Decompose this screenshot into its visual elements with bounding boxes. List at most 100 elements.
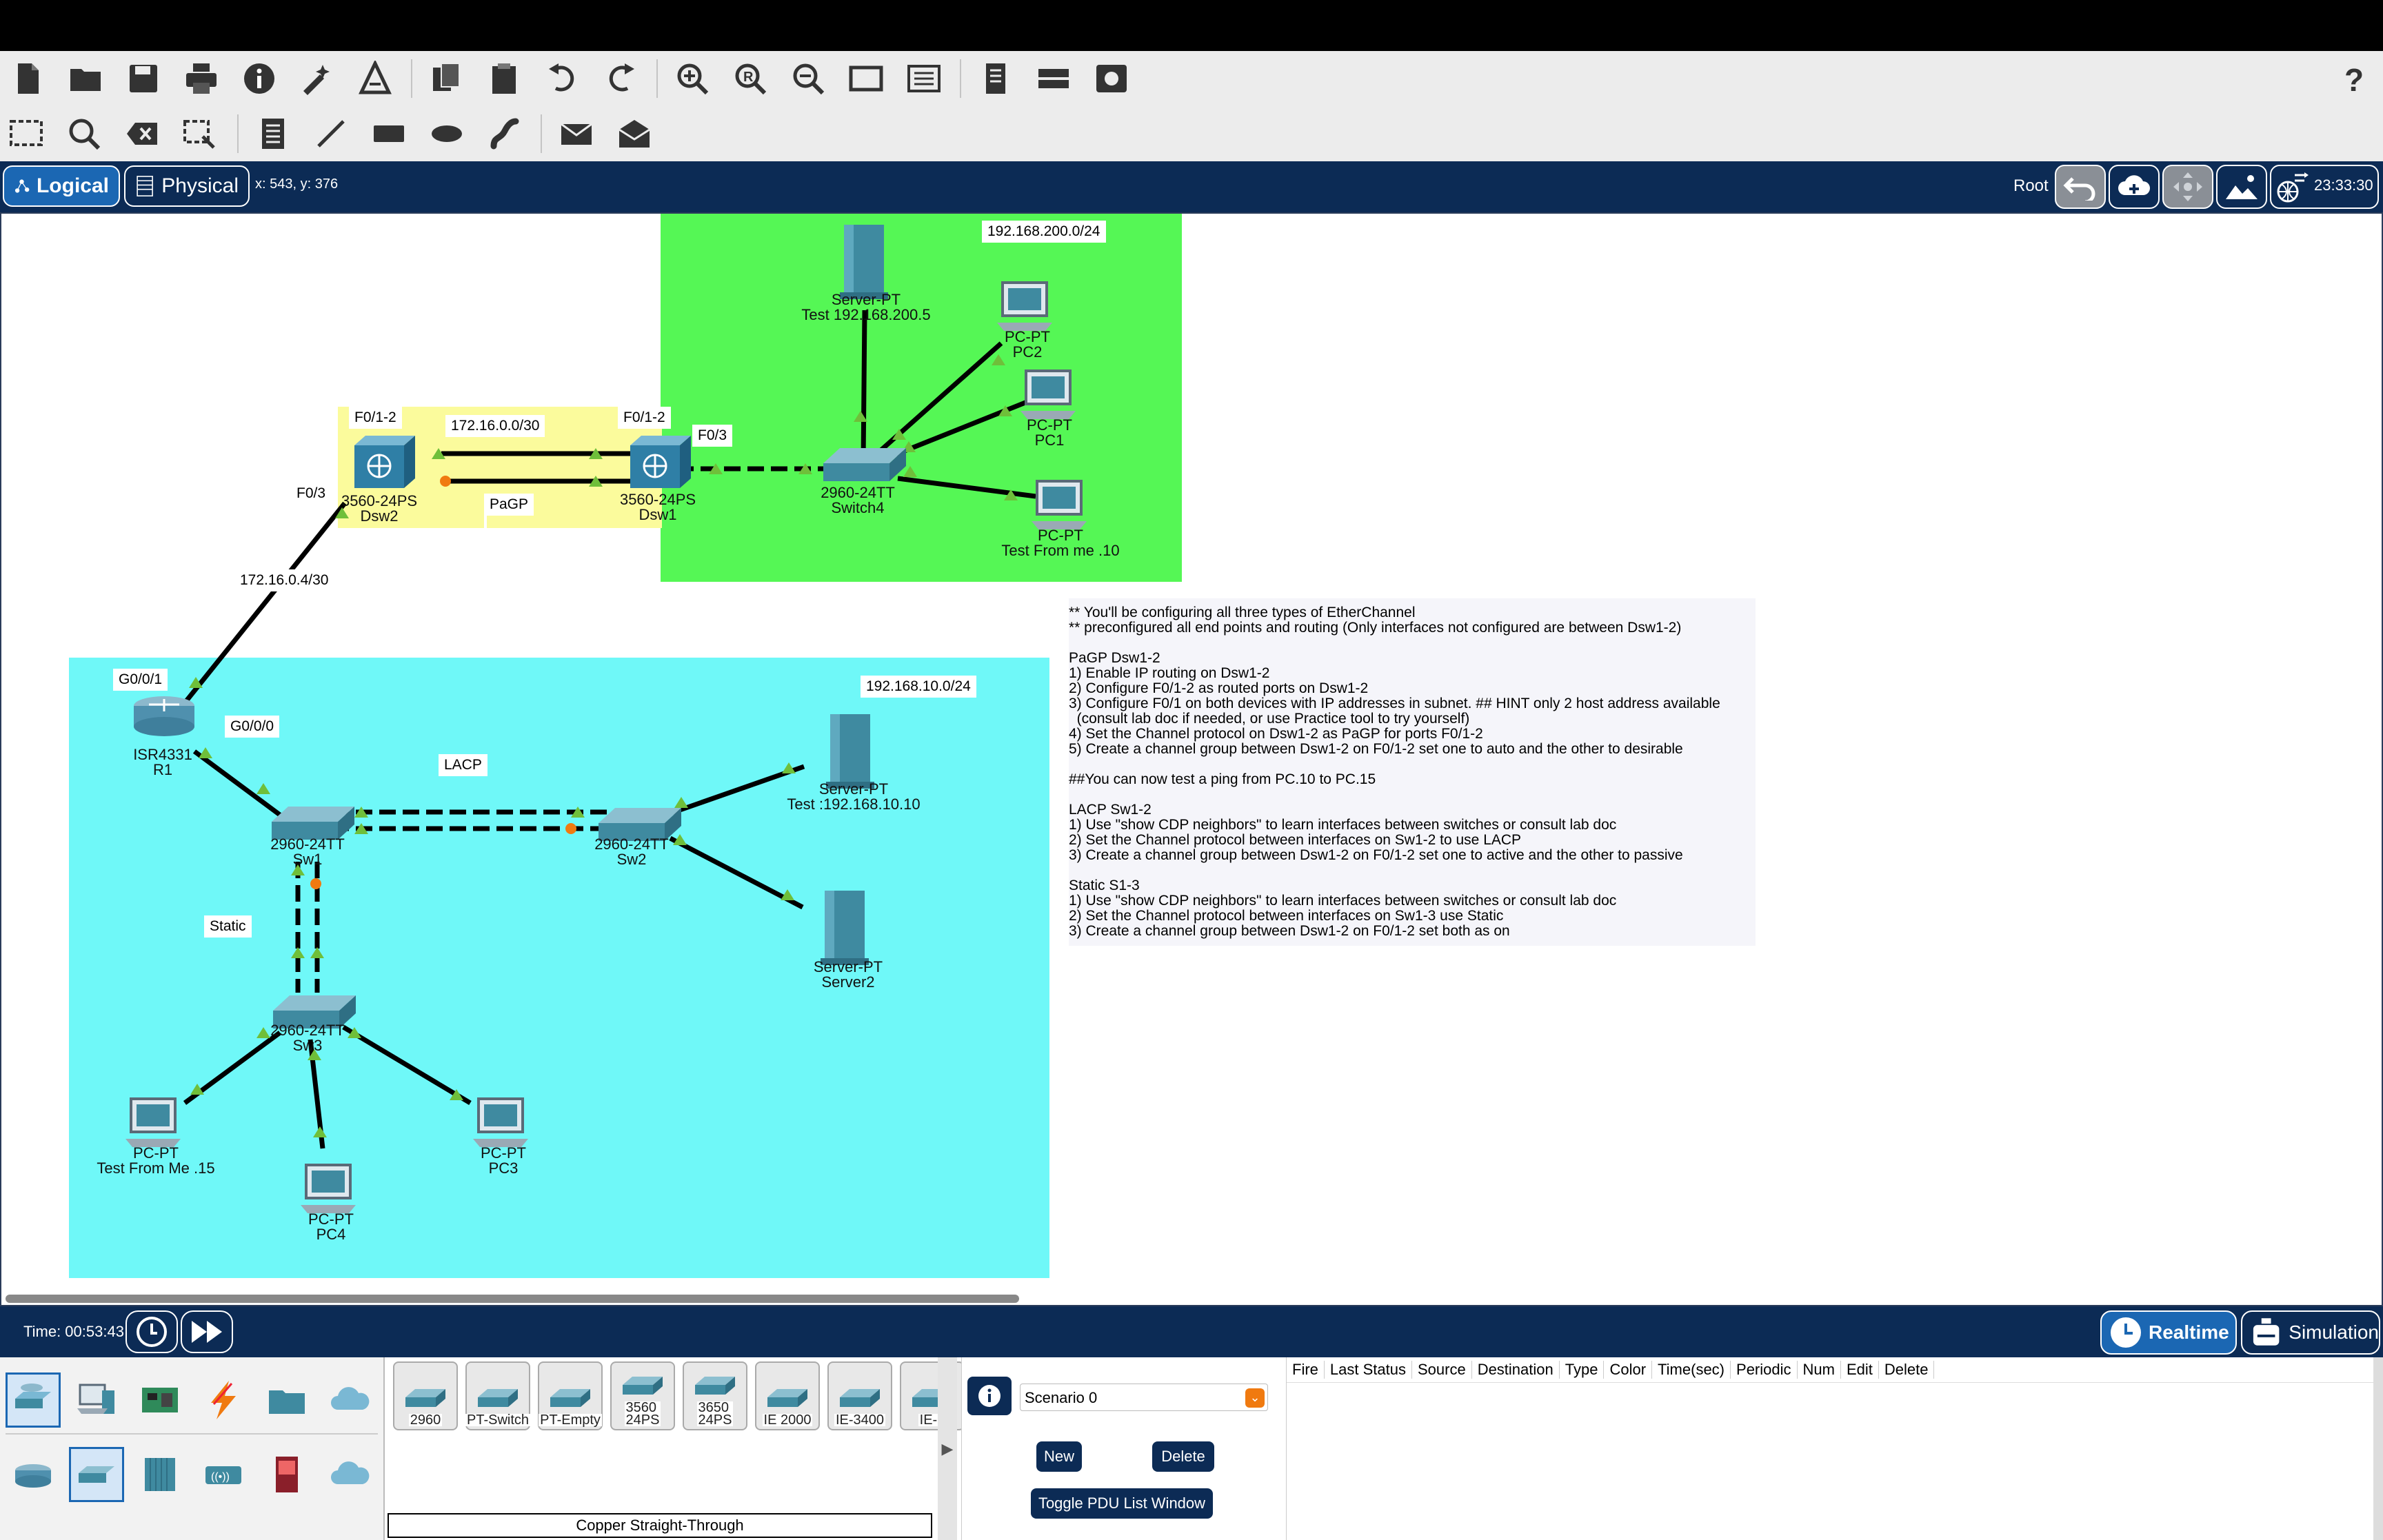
info-icon[interactable]	[240, 59, 279, 98]
pc4-icon[interactable]	[301, 1164, 356, 1213]
pc-test15-label[interactable]: PC-PT Test From Me .15	[97, 1146, 214, 1176]
sw1-label[interactable]: 2960-24TT Sw1	[270, 837, 345, 867]
power-cycle-button[interactable]	[125, 1310, 178, 1353]
fast-forward-button[interactable]	[181, 1310, 233, 1353]
pagp-label[interactable]: PaGP	[484, 494, 534, 516]
pc-test10-icon[interactable]	[1032, 480, 1087, 529]
switch4-icon[interactable]	[823, 448, 906, 481]
server-test10-icon[interactable]	[826, 714, 874, 789]
new-file-icon[interactable]	[8, 59, 47, 98]
server2-icon[interactable]	[821, 891, 869, 965]
copy-icon[interactable]	[428, 59, 466, 98]
pdu-column-header[interactable]: Destination	[1472, 1361, 1560, 1379]
custom-device-dialog-icon[interactable]	[905, 59, 943, 98]
server-test10-label[interactable]: Server-PT Test :192.168.10.10	[787, 782, 920, 812]
new-scenario-button[interactable]: New	[1036, 1441, 1082, 1472]
custom-devices-icon[interactable]	[356, 59, 394, 98]
logical-workspace[interactable]: 192.168.200.0/24 192.168.10.0/24 F0/1-2 …	[0, 212, 2383, 1306]
scenario-select[interactable]: Scenario 0 ⌄	[1020, 1384, 1268, 1411]
realtime-mode-button[interactable]: Realtime	[2100, 1310, 2237, 1355]
f03-left-label[interactable]: F0/3	[291, 483, 332, 505]
components-category[interactable]	[132, 1372, 188, 1428]
view-command-log-icon[interactable]	[976, 59, 1015, 98]
select-icon[interactable]	[7, 114, 46, 153]
pc2-icon[interactable]	[997, 281, 1052, 331]
ios-network-icon[interactable]	[1034, 59, 1073, 98]
connections-category[interactable]	[196, 1372, 251, 1428]
green-subnet-label[interactable]: 192.168.200.0/24	[982, 221, 1106, 243]
pc3-icon[interactable]	[473, 1097, 528, 1147]
move-object-button[interactable]	[2162, 165, 2213, 209]
dsw1-icon[interactable]	[630, 436, 691, 488]
help-icon[interactable]: ?	[2335, 59, 2373, 98]
logical-view-button[interactable]: Logical	[3, 165, 120, 207]
dsw2-label[interactable]: 3560-24PS Dsw2	[341, 494, 417, 524]
pdu-column-header[interactable]: Fire	[1287, 1361, 1325, 1379]
dsw1-label[interactable]: 3560-24PS Dsw1	[620, 492, 696, 523]
link-172-0-label[interactable]: 172.16.0.0/30	[445, 415, 545, 437]
line-icon[interactable]	[312, 114, 350, 153]
scenario-info-button[interactable]	[967, 1377, 1012, 1415]
wireless-subcategory[interactable]: ((•))	[196, 1447, 251, 1502]
pc1-icon[interactable]	[1020, 369, 1076, 419]
network-devices-category[interactable]	[6, 1372, 61, 1428]
ellipse-icon[interactable]	[428, 114, 466, 153]
pdu-column-header[interactable]: Last Status	[1325, 1361, 1412, 1379]
right-scrollbar[interactable]	[2373, 1357, 2383, 1540]
collapse-arrow-icon[interactable]: ▶	[938, 1357, 957, 1540]
g000-label[interactable]: G0/0/0	[225, 716, 280, 738]
zoom-out-icon[interactable]	[789, 59, 827, 98]
instructions-note[interactable]: ** You'll be configuring all three types…	[1069, 598, 1756, 946]
simple-pdu-icon[interactable]	[557, 114, 596, 153]
physical-view-button[interactable]: Physical	[124, 165, 250, 207]
link-172-4-label[interactable]: 172.16.0.4/30	[234, 569, 334, 591]
server-test200-icon[interactable]	[840, 225, 888, 299]
lacp-label[interactable]: LACP	[439, 754, 487, 776]
link-switch4-server200[interactable]	[861, 310, 867, 463]
static-label[interactable]: Static	[204, 915, 252, 938]
pdu-column-header[interactable]: Source	[1412, 1361, 1472, 1379]
dsw2-icon[interactable]	[354, 436, 415, 488]
pdu-column-header[interactable]: Type	[1560, 1361, 1605, 1379]
multiuser-category[interactable]	[323, 1372, 378, 1428]
pdu-column-header[interactable]: Periodic	[1731, 1361, 1798, 1379]
toggle-pdu-list-button[interactable]: Toggle PDU List Window	[1031, 1488, 1213, 1519]
activity-wizard-icon[interactable]	[298, 59, 336, 98]
simulation-mode-button[interactable]: Simulation	[2241, 1310, 2380, 1355]
print-icon[interactable]	[182, 59, 221, 98]
f03-right-label[interactable]: F0/3	[692, 425, 733, 447]
server2-label[interactable]: Server-PT Server2	[814, 960, 883, 990]
note-icon[interactable]	[254, 114, 292, 153]
security-subcategory[interactable]	[259, 1447, 314, 1502]
sw1-icon[interactable]	[272, 807, 354, 840]
pdu-column-header[interactable]: Edit	[1841, 1361, 1879, 1379]
cluster-button[interactable]	[2109, 165, 2160, 209]
switch4-label[interactable]: 2960-24TT Switch4	[821, 485, 895, 516]
screenshot-icon[interactable]	[1092, 59, 1131, 98]
rectangle-icon[interactable]	[370, 114, 408, 153]
device-button[interactable]: 3560 24PS	[610, 1361, 675, 1430]
miscellaneous-category[interactable]	[259, 1372, 314, 1428]
back-button[interactable]	[2055, 165, 2106, 209]
device-button[interactable]: 3650 24PS	[683, 1361, 747, 1430]
f012-left-label[interactable]: F0/1-2	[349, 407, 402, 429]
device-button[interactable]: IE 2000	[755, 1361, 820, 1430]
r1-label[interactable]: ISR4331 R1	[133, 747, 192, 778]
sw3-label[interactable]: 2960-24TT Sw3	[270, 1023, 345, 1053]
redo-icon[interactable]	[601, 59, 640, 98]
pdu-column-header[interactable]: Delete	[1879, 1361, 1935, 1379]
set-background-button[interactable]	[2216, 165, 2267, 209]
pc4-label[interactable]: PC-PT PC4	[308, 1212, 354, 1242]
horizontal-scrollbar[interactable]	[6, 1295, 1019, 1303]
pc1-label[interactable]: PC-PT PC1	[1027, 418, 1072, 448]
pdu-column-header[interactable]: Num	[1798, 1361, 1841, 1379]
sw2-label[interactable]: 2960-24TT Sw2	[594, 837, 669, 867]
cyan-subnet-label[interactable]: 192.168.10.0/24	[861, 676, 976, 698]
zoom-in-icon[interactable]	[673, 59, 712, 98]
complex-pdu-icon[interactable]	[615, 114, 654, 153]
pc-test10-label[interactable]: PC-PT Test From me .10	[1001, 528, 1119, 558]
routers-subcategory[interactable]	[6, 1447, 61, 1502]
pdu-column-header[interactable]: Color	[1604, 1361, 1653, 1379]
device-button[interactable]: PT-Switch	[465, 1361, 531, 1430]
switches-subcategory[interactable]	[69, 1447, 124, 1502]
